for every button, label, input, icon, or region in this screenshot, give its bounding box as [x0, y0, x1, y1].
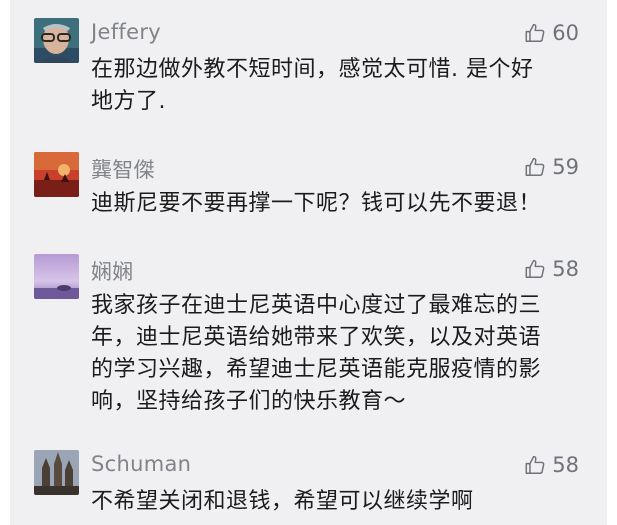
like-count: 59 — [552, 155, 579, 179]
comment-author[interactable]: Jeffery — [91, 20, 161, 44]
comment-text: 我家孩子在迪士尼英语中心度过了最难忘的三 年，迪士尼英语给她带来了欢笑，以及对英… — [91, 293, 542, 414]
comment-author[interactable]: Schuman — [91, 452, 191, 476]
like-count: 60 — [552, 21, 579, 45]
thumbs-up-icon — [525, 23, 545, 42]
like-button[interactable]: 58 — [524, 450, 579, 480]
thumbs-up-icon — [525, 259, 545, 278]
avatar[interactable] — [34, 450, 79, 495]
like-count: 58 — [552, 453, 579, 477]
thumbs-up-icon — [525, 455, 545, 474]
comment-author[interactable]: 娴娴 — [91, 256, 134, 286]
avatar[interactable] — [34, 254, 79, 299]
like-button[interactable]: 58 — [524, 254, 579, 284]
comment-text: 迪斯尼要不要再撑一下呢？钱可以先不要退！ — [91, 191, 542, 216]
comment-text: 不希望关闭和退钱，希望可以继续学啊 — [91, 489, 474, 514]
avatar[interactable] — [34, 152, 79, 197]
avatar[interactable] — [34, 18, 79, 63]
like-button[interactable]: 60 — [524, 18, 579, 48]
comment-text: 在那边做外教不短时间，感觉太可惜. 是个好 地方了. — [91, 57, 534, 114]
like-count: 58 — [552, 257, 579, 281]
thumbs-up-icon — [525, 157, 545, 176]
comment-author[interactable]: 龔智傑 — [91, 154, 155, 184]
like-button[interactable]: 59 — [524, 152, 579, 182]
comments-panel: Jeffery 60 在那边做外教不短时间，感觉太可惜. 是个好 地方了. 龔智… — [10, 0, 607, 525]
